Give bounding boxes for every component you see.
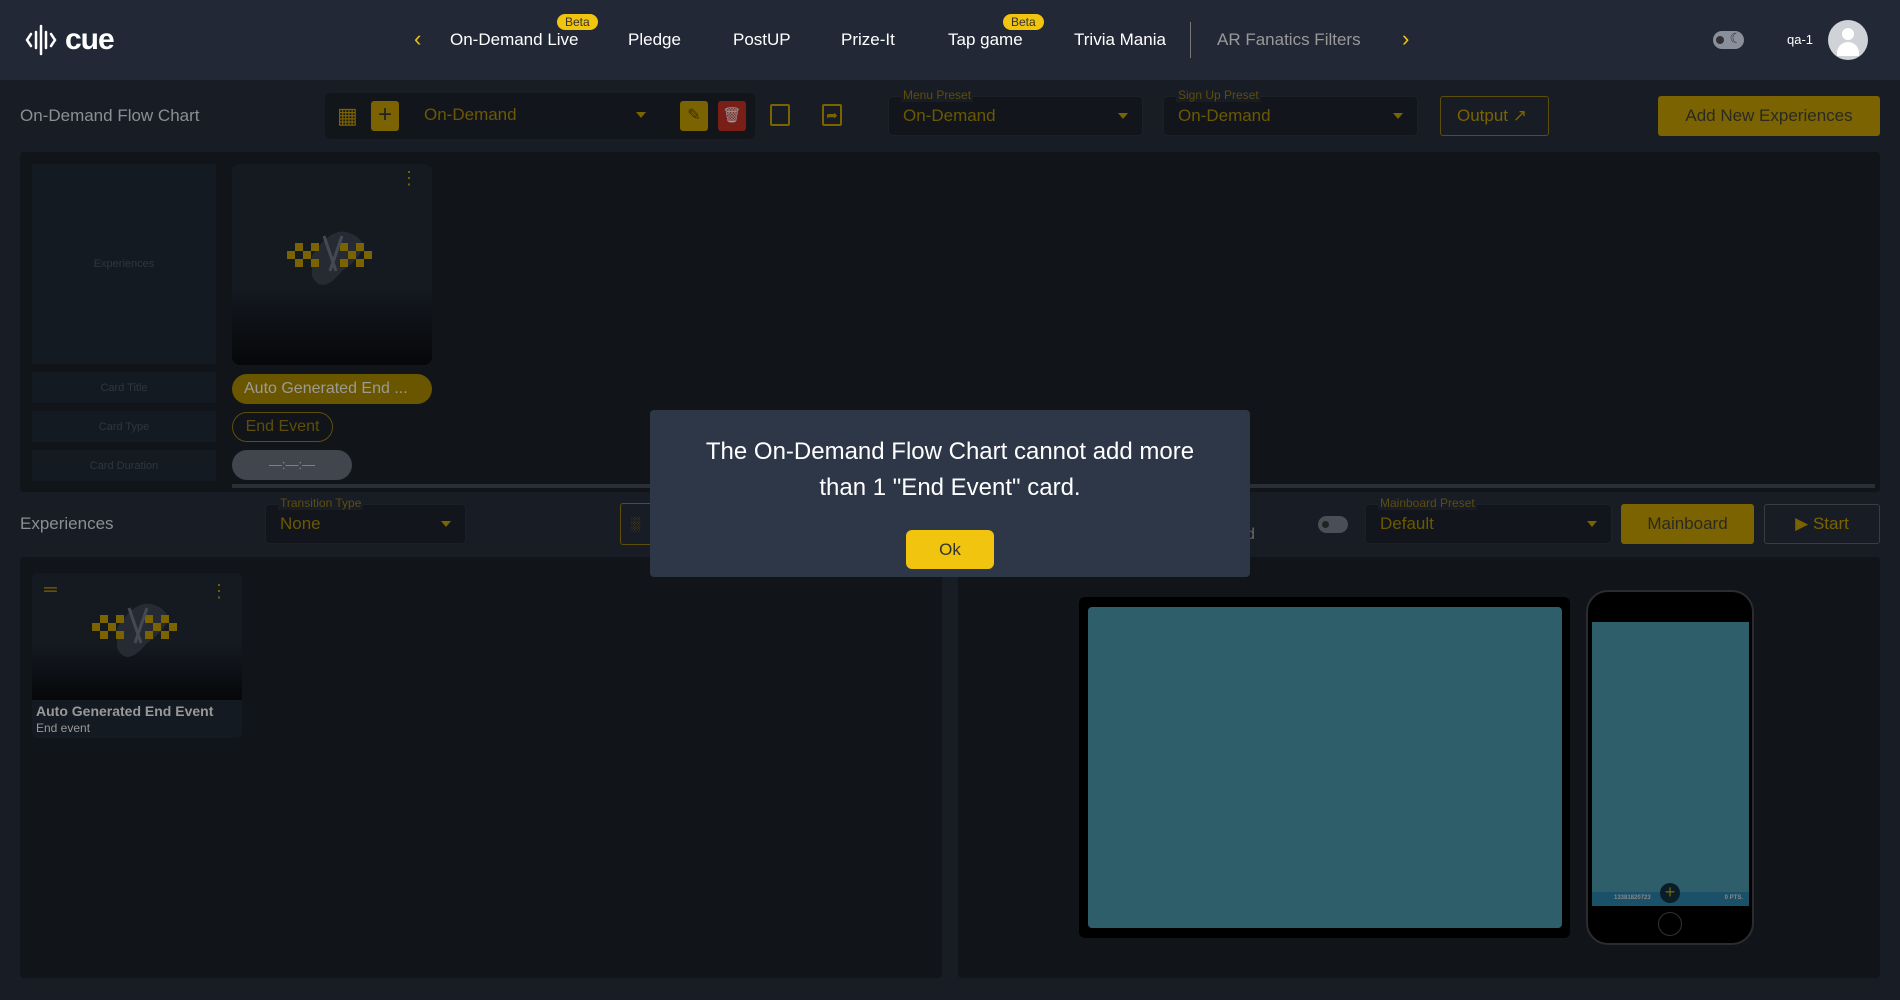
nav-prize-it[interactable]: Prize-It [841, 30, 895, 50]
dark-mode-toggle[interactable]: ☾ [1713, 30, 1744, 49]
card-title-placeholder: Card Title [32, 372, 216, 403]
share-icon[interactable]: ➦ [822, 104, 842, 126]
start-label: Start [1812, 514, 1849, 533]
more-options-icon[interactable]: ⋮ [210, 582, 228, 600]
menu-preset-value: On-Demand [903, 106, 996, 125]
dialog-message-line-2: than 1 "End Event" card. [819, 474, 1081, 501]
flow-toolbar-group: ▦ + On-Demand ✎ 🗑 [325, 93, 755, 139]
nav-on-demand-live[interactable]: On-Demand Live [450, 30, 579, 50]
mainboard-toggle[interactable] [1318, 516, 1348, 533]
card-duration-pill[interactable]: —:—:— [232, 450, 352, 480]
dialog-message-line-1: The On-Demand Flow Chart cannot add more [705, 438, 1195, 465]
transition-type-select[interactable]: Transition Type None [265, 496, 466, 544]
experience-card-title: Auto Generated End Event [36, 703, 214, 719]
nav-ar-fanatics-filters[interactable]: AR Fanatics Filters [1217, 30, 1361, 50]
pencil-icon: ✎ [687, 107, 701, 124]
menu-preset-select[interactable]: Menu Preset On-Demand [888, 88, 1143, 136]
experience-card-subtitle: End event [36, 721, 91, 735]
beta-badge: Beta [1003, 14, 1044, 30]
flow-select-value: On-Demand [424, 105, 517, 124]
cue-logo[interactable]: cue [25, 22, 115, 58]
nav-pledge[interactable]: Pledge [628, 30, 681, 50]
nav-trivia-mania[interactable]: Trivia Mania [1074, 30, 1166, 50]
checkered-flags-icon [92, 603, 177, 657]
mainboard-preset-select[interactable]: Mainboard Preset Default [1365, 496, 1612, 544]
checkered-flags-icon [287, 231, 372, 285]
logo-text: cue [65, 23, 115, 56]
avatar[interactable] [1828, 20, 1868, 60]
edit-button[interactable]: ✎ [680, 101, 708, 131]
phone-add-button[interactable]: + [1660, 883, 1680, 903]
transition-type-label: Transition Type [278, 496, 364, 510]
tablet-preview [1079, 597, 1570, 938]
card-type-pill[interactable]: End Event [232, 412, 333, 442]
add-new-experiences-button[interactable]: Add New Experiences [1658, 96, 1880, 136]
phone-screen: 13381820723 0 PTS. + [1592, 622, 1749, 906]
waveform-icon [25, 24, 57, 56]
qr-code-icon[interactable]: ▦ [337, 103, 358, 129]
experience-card[interactable]: ═ ⋮ Auto Generated End Event End event [32, 573, 242, 738]
output-label: Output [1457, 106, 1509, 125]
transition-type-value: None [280, 514, 321, 533]
phone-preview: 13381820723 0 PTS. + [1586, 590, 1754, 945]
page-title: On-Demand Flow Chart [20, 106, 200, 125]
add-new-label: Add New Experiences [1685, 106, 1853, 125]
tablet-screen [1088, 607, 1562, 928]
nav-prev-chevron-icon[interactable]: ‹ [414, 26, 421, 52]
card-title-pill[interactable]: Auto Generated End ... [232, 374, 432, 404]
more-options-icon[interactable]: ⋮ [400, 169, 418, 187]
nav-next-chevron-icon[interactable]: › [1402, 26, 1409, 52]
phone-points: 0 PTS. [1724, 895, 1743, 901]
mainboard-preset-label: Mainboard Preset [1378, 496, 1477, 510]
signup-preset-value: On-Demand [1178, 106, 1271, 125]
add-flow-button[interactable]: + [371, 101, 399, 131]
experiences-heading: Experiences [20, 514, 114, 533]
username: qa-1 [1787, 32, 1814, 47]
signup-preset-select[interactable]: Sign Up Preset On-Demand [1163, 88, 1418, 136]
flow-card[interactable]: ⋮ [232, 164, 432, 365]
delete-button[interactable]: 🗑 [718, 101, 746, 131]
nav-postup[interactable]: PostUP [733, 30, 791, 50]
top-header: cue ‹ On-Demand Live Beta Pledge PostUP … [0, 0, 1900, 80]
start-button[interactable]: ▶ Start [1764, 504, 1880, 544]
nav-divider [1190, 22, 1191, 58]
flow-select[interactable]: On-Demand [410, 96, 660, 136]
phone-home-button [1658, 912, 1682, 936]
card-duration-placeholder: Card Duration [32, 450, 216, 481]
trash-icon: 🗑 [722, 107, 742, 124]
preview-panel: 13381820723 0 PTS. + [958, 557, 1880, 978]
bar-chart-icon: ░ [631, 516, 641, 531]
menu-preset-label: Menu Preset [901, 88, 974, 102]
drag-handle-icon[interactable]: ═ [44, 579, 57, 600]
experiences-list-panel: ═ ⋮ Auto Generated End Event End event [20, 557, 942, 978]
play-icon: ▶ [1795, 514, 1809, 533]
error-dialog: The On-Demand Flow Chart cannot add more… [650, 410, 1250, 577]
mainboard-preset-value: Default [1380, 514, 1434, 533]
copy-icon[interactable] [770, 104, 790, 126]
signup-preset-label: Sign Up Preset [1176, 88, 1261, 102]
phone-user-id: 13381820723 [1614, 895, 1651, 901]
mainboard-button[interactable]: Mainboard [1621, 504, 1754, 544]
beta-badge: Beta [557, 14, 598, 30]
ok-button[interactable]: Ok [906, 530, 994, 569]
external-link-icon: ↗ [1512, 106, 1528, 125]
output-button[interactable]: Output ↗ [1440, 96, 1549, 136]
moon-icon: ☾ [1729, 30, 1742, 46]
card-type-placeholder: Card Type [32, 411, 216, 442]
experiences-placeholder: Experiences [32, 164, 216, 364]
nav-tap-game[interactable]: Tap game [948, 30, 1023, 50]
